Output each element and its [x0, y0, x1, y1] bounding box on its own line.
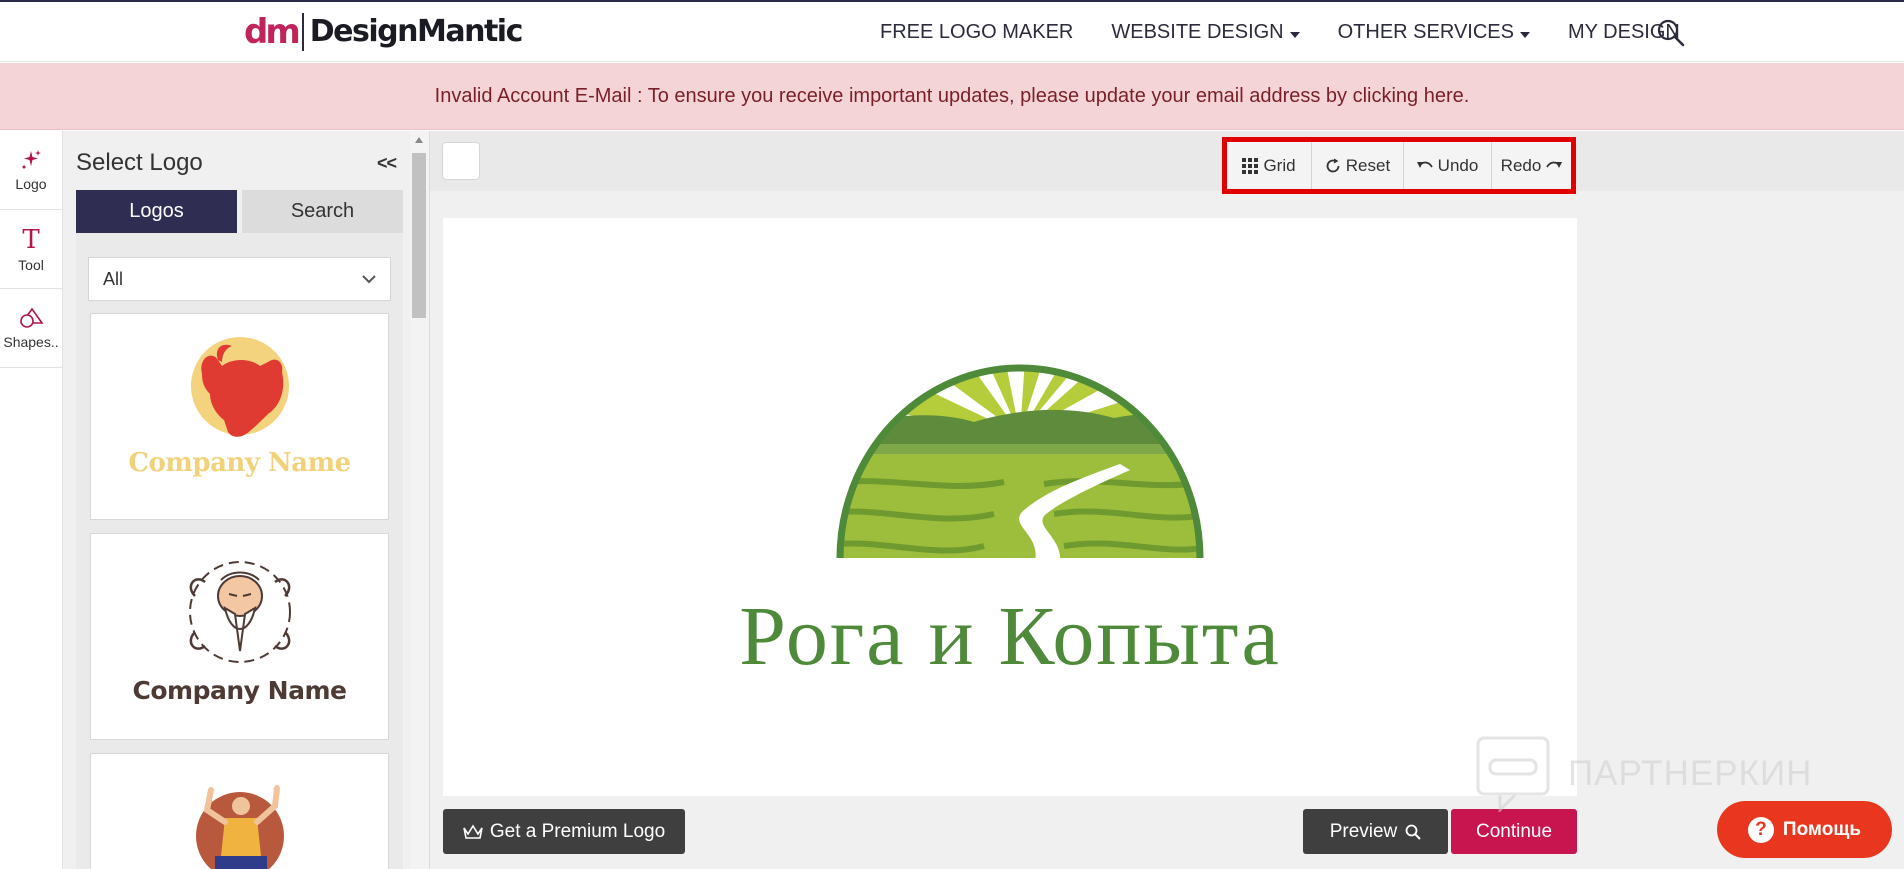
button-label: Get a Premium Logo [489, 820, 666, 842]
select-value: All [103, 268, 124, 289]
rail-label: Tool [18, 257, 44, 273]
watermark-text: ПАРТНЕРКИН [1568, 754, 1813, 793]
nav-other-services[interactable]: OTHER SERVICES [1338, 21, 1530, 44]
scroll-up-arrow-icon[interactable] [415, 137, 423, 143]
svg-text:T: T [22, 225, 40, 253]
sparkle-icon [22, 150, 41, 169]
tab-label: Search [290, 200, 355, 222]
text-t-icon: T [22, 225, 40, 253]
logo-template-card[interactable]: Company Name [90, 533, 389, 740]
continue-button[interactable]: Continue [1451, 809, 1577, 854]
grid-icon [1242, 157, 1259, 174]
page: dm DesignMantic FREE LOGO MAKER WEBSITE … [0, 0, 1904, 869]
tab-logos[interactable]: Logos [76, 190, 237, 241]
nav-label: WEBSITE DESIGN [1111, 20, 1284, 43]
rail-item-shapes[interactable]: Shapes.. [0, 289, 62, 368]
tool-label: Reset [1345, 155, 1391, 175]
card-company-name: Company Name [128, 448, 351, 478]
invalid-email-alert[interactable]: Invalid Account E-Mail : To ensure you r… [0, 63, 1904, 130]
caret-down-icon [1519, 32, 1530, 38]
redo-button[interactable]: Redo [1492, 142, 1571, 189]
help-label: Помощь [1782, 818, 1862, 840]
bull-icon [191, 337, 289, 437]
help-button[interactable]: ? Помощь [1717, 801, 1892, 858]
brand-divider [301, 13, 304, 51]
question-icon: ? [1747, 816, 1774, 843]
scroll-thumb[interactable] [412, 153, 426, 318]
rail-label: Shapes.. [3, 334, 59, 350]
reset-button[interactable]: Reset [1312, 142, 1404, 189]
collapse-panel-button[interactable]: << [377, 153, 397, 174]
button-label: Continue [1475, 820, 1553, 842]
undo-button[interactable]: Undo [1404, 142, 1492, 189]
landscape-emblem-icon [836, 364, 1204, 559]
grid-button[interactable]: Grid [1227, 142, 1312, 189]
brand-logo[interactable]: dm DesignMantic [244, 12, 524, 52]
nav-free-logo-maker[interactable]: FREE LOGO MAKER [880, 21, 1073, 44]
preview-button[interactable]: Preview [1303, 809, 1448, 854]
nav-website-design[interactable]: WEBSITE DESIGN [1111, 20, 1300, 44]
tool-label: Undo [1437, 155, 1479, 175]
tool-label: Redo [1500, 155, 1542, 175]
rail-item-logo[interactable]: Logo [0, 131, 62, 210]
caret-down-icon [1289, 32, 1300, 38]
sage-icon [189, 561, 291, 663]
get-premium-logo-button[interactable]: Get a Premium Logo [443, 809, 685, 854]
design-canvas[interactable]: Рога и Копыта [443, 218, 1577, 796]
tool-rail: Logo T Tool Shapes.. [0, 131, 63, 869]
search-icon[interactable] [1656, 18, 1686, 48]
rail-item-tool[interactable]: T Tool [0, 210, 62, 289]
crown-icon [463, 823, 483, 839]
main-nav: FREE LOGO MAKER WEBSITE DESIGN OTHER SER… [880, 2, 1718, 62]
logo-company-text[interactable]: Рога и Копыта [443, 588, 1577, 685]
editor-toolbar [430, 131, 1904, 191]
reset-icon [1326, 158, 1340, 172]
nav-label: OTHER SERVICES [1337, 20, 1514, 43]
kungfu-figure-icon [196, 785, 284, 869]
redo-icon [1546, 161, 1563, 168]
logo-list[interactable]: All Company Name Company Name [76, 233, 403, 869]
button-label: Preview [1329, 820, 1398, 842]
panel-title: Select Logo [76, 149, 203, 176]
undo-icon [1416, 161, 1433, 168]
category-select[interactable]: All [88, 257, 391, 301]
edit-actions-group: Grid Reset Undo Redo [1222, 137, 1576, 194]
nav-label: FREE LOGO MAKER [880, 20, 1074, 43]
watermark-logo-icon [1476, 736, 1550, 812]
panel-scrollbar[interactable] [410, 131, 429, 869]
tool-label: Grid [1263, 155, 1296, 175]
search-icon [1405, 824, 1421, 840]
card-company-name: Company Name [132, 676, 347, 705]
logo-template-card[interactable]: Company Name [90, 313, 389, 520]
tab-label: Logos [129, 200, 184, 222]
alert-text[interactable]: Invalid Account E-Mail : To ensure you r… [435, 85, 1470, 108]
rail-label: Logo [15, 176, 47, 192]
background-color-swatch[interactable] [442, 142, 480, 180]
tab-search[interactable]: Search [242, 190, 403, 233]
navbar: dm DesignMantic FREE LOGO MAKER WEBSITE … [0, 2, 1904, 62]
brand-name: DesignMantic [309, 14, 524, 49]
select-logo-panel: Select Logo << Logos Search All Company … [63, 131, 430, 869]
chevron-down-icon [362, 275, 376, 284]
logo-template-card[interactable] [90, 753, 389, 869]
shapes-icon [20, 307, 44, 328]
brand-mark: dm [244, 12, 301, 52]
